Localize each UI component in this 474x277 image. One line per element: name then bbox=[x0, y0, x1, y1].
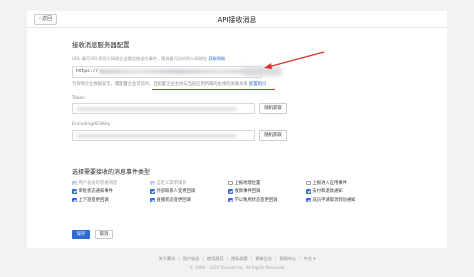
event-item[interactable]: 上下游变更回调 bbox=[72, 197, 150, 203]
footer-separator: | bbox=[299, 256, 301, 261]
checkbox[interactable] bbox=[306, 197, 311, 203]
event-label: 直播状态变更回调 bbox=[156, 197, 191, 203]
ip-hint-main: 需配置企业可信IP，且配置企业主体与当前应用所属的主体的关联关系 bbox=[114, 82, 248, 87]
event-label: 自定义菜单操作 bbox=[156, 181, 187, 186]
event-label: 支付和退款通知 bbox=[312, 189, 343, 195]
footer-link[interactable]: 使用规范 bbox=[207, 256, 224, 261]
url-hint: URL 填写URL将用于接收企业微信推送的事件，需具备可访问的公网地址 获取帮助 bbox=[72, 56, 225, 62]
event-item[interactable]: 收款事件回调 bbox=[228, 188, 306, 194]
event-item[interactable]: 上报进入应用事件 bbox=[306, 180, 384, 186]
events-grid: 用户发送的普通消息 自定义菜单操作 上报地理位置 上报进入应用事件 审批状态通知… bbox=[72, 180, 372, 203]
event-item[interactable]: 支付和退款通知 bbox=[306, 188, 384, 194]
checkbox[interactable] bbox=[228, 189, 233, 194]
event-label: 用户发送的普通消息 bbox=[78, 181, 118, 186]
top-bar: ‹ 返回 API接收消息 bbox=[27, 11, 447, 28]
checkbox[interactable] bbox=[150, 189, 155, 194]
footer-separator: | bbox=[275, 256, 277, 261]
checkbox[interactable] bbox=[72, 197, 77, 203]
events-title: 选择需要接收的消息事件类型 bbox=[72, 169, 151, 176]
event-label: 上报进入应用事件 bbox=[312, 181, 347, 186]
event-item[interactable]: 外部联系人变更回调 bbox=[150, 188, 228, 194]
checkbox[interactable] bbox=[72, 189, 77, 194]
footer-separator: | bbox=[250, 256, 253, 261]
footer-link[interactable]: 关于腾讯 bbox=[159, 256, 176, 261]
event-item[interactable]: 学以致用状态变更回调 bbox=[228, 197, 306, 203]
redacted-token bbox=[77, 107, 237, 111]
checkbox[interactable] bbox=[306, 180, 311, 186]
event-item[interactable]: 成员申请取消到访通知 bbox=[306, 197, 384, 203]
footer-separator: | bbox=[226, 256, 229, 261]
aeskey-random-button[interactable]: 随机获取 bbox=[259, 130, 287, 141]
chevron-down-icon: ▾ bbox=[312, 256, 316, 261]
checkbox[interactable] bbox=[72, 180, 77, 186]
footer-links: 关于腾讯 | 用户协议 | 使用规范 | 隐私政策 | 更新日志 | 帮助中心 | 中文 ▾ bbox=[0, 256, 474, 262]
url-input-value: https:// bbox=[76, 69, 99, 74]
url-label: URL bbox=[72, 56, 81, 61]
cancel-button[interactable]: 取消 bbox=[95, 230, 113, 239]
aeskey-input[interactable] bbox=[72, 130, 255, 141]
event-label: 外部联系人变更回调 bbox=[156, 189, 196, 195]
footer-link[interactable]: 更新日志 bbox=[255, 256, 272, 261]
ip-config-guide-link[interactable]: 配置指引 bbox=[249, 82, 266, 87]
language-switch[interactable]: 中文 bbox=[304, 256, 312, 261]
footer-link[interactable]: 隐私政策 bbox=[231, 256, 248, 261]
ip-hint: 为保障企业数据安全，需配置企业可信IP，且配置企业主体与当前应用所属的主体的关联… bbox=[72, 81, 322, 89]
event-label: 成员申请取消到访通知 bbox=[312, 197, 356, 203]
event-label: 上下游变更回调 bbox=[78, 197, 109, 203]
token-random-button[interactable]: 随机获取 bbox=[259, 103, 287, 114]
event-label: 上报地理位置 bbox=[234, 181, 261, 186]
checkbox[interactable] bbox=[150, 180, 155, 186]
aeskey-label: EncodingAESKey bbox=[72, 122, 111, 127]
copyright: © 1998 - 2024 Tencent Inc. All Rights Re… bbox=[189, 265, 285, 270]
save-button[interactable]: 保存 bbox=[72, 230, 90, 239]
url-hint-text: 填写URL将用于接收企业微信推送的事件，需具备可访问的公网地址 bbox=[81, 56, 208, 61]
redacted-url bbox=[99, 69, 257, 74]
event-label: 收款事件回调 bbox=[234, 189, 261, 195]
footer-link[interactable]: 帮助中心 bbox=[279, 256, 296, 261]
annotation-arrow-icon bbox=[264, 51, 325, 69]
event-label: 审批状态通知事件 bbox=[78, 189, 113, 195]
token-input[interactable] bbox=[72, 103, 255, 114]
redacted-aeskey bbox=[77, 134, 237, 138]
checkbox[interactable] bbox=[306, 189, 311, 194]
highlight-underline bbox=[152, 89, 275, 91]
checkbox[interactable] bbox=[150, 197, 155, 203]
event-label: 学以致用状态变更回调 bbox=[234, 197, 278, 203]
event-item[interactable]: 直播状态变更回调 bbox=[150, 197, 228, 203]
page: ‹ 返回 API接收消息 接收消息服务器配置 URL 填写URL将用于接收企业微… bbox=[0, 0, 474, 277]
page-title: API接收消息 bbox=[217, 16, 257, 24]
footer-separator: | bbox=[202, 256, 204, 261]
checkbox[interactable] bbox=[228, 180, 233, 186]
server-config-title: 接收消息服务器配置 bbox=[72, 41, 130, 49]
token-label: Token bbox=[72, 96, 86, 101]
checkbox[interactable] bbox=[228, 197, 233, 203]
event-item[interactable]: 用户发送的普通消息 bbox=[72, 180, 150, 186]
event-item[interactable]: 上报地理位置 bbox=[228, 180, 306, 186]
ip-hint-prefix: 为保障企业数据安全， bbox=[72, 82, 115, 87]
footer-link[interactable]: 用户协议 bbox=[183, 256, 200, 261]
url-help-link[interactable]: 获取帮助 bbox=[209, 56, 226, 61]
event-item[interactable]: 审批状态通知事件 bbox=[72, 188, 150, 194]
settings-card: 接收消息服务器配置 URL 填写URL将用于接收企业微信推送的事件，需具备可访问… bbox=[27, 28, 447, 248]
footer-separator: | bbox=[178, 256, 180, 261]
event-item[interactable]: 自定义菜单操作 bbox=[150, 180, 228, 186]
